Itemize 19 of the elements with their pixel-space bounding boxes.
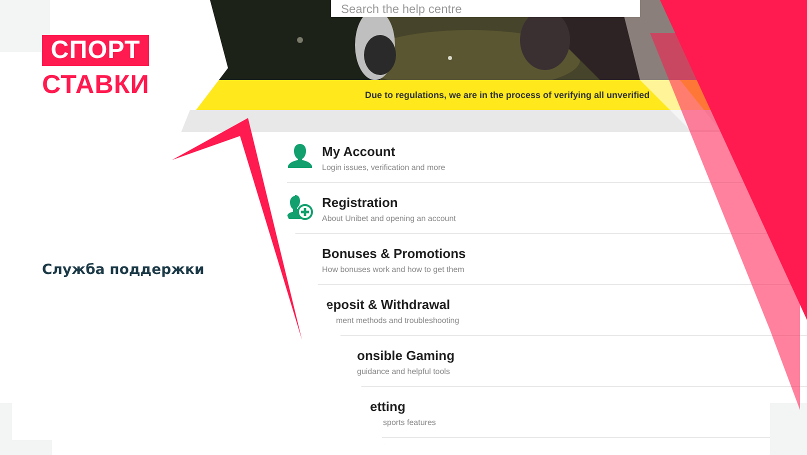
logo-bottom: СТАВКИ (42, 69, 150, 100)
category-title: eposit & Withdrawal (326, 296, 450, 312)
category-subtitle: About Unibet and opening an account (322, 214, 456, 222)
user-icon (287, 143, 313, 169)
logo-top: СПОРТ (42, 35, 149, 66)
category-subtitle: How bonuses work and how to get them (322, 264, 464, 274)
category-subtitle: guidance and helpful tools (357, 366, 450, 376)
category-title: Bonuses & Promotions (322, 246, 466, 260)
category-subtitle: ment methods and troubleshooting (336, 316, 460, 324)
category-subtitle: Login issues, verification and more (322, 162, 446, 172)
category-title: My Account (322, 144, 396, 158)
category-title: Registration (322, 194, 398, 210)
page-heading: Служба поддержки (42, 262, 204, 278)
category-title: etting (370, 398, 406, 414)
category-title: onsible Gaming (357, 348, 455, 362)
add-user-icon (287, 194, 313, 220)
search-field[interactable]: Search the help centre (331, 0, 640, 17)
notice-text: Due to regulations, we are in the process of verifying all unverified (365, 90, 650, 100)
category-subtitle: sports features (383, 418, 436, 426)
